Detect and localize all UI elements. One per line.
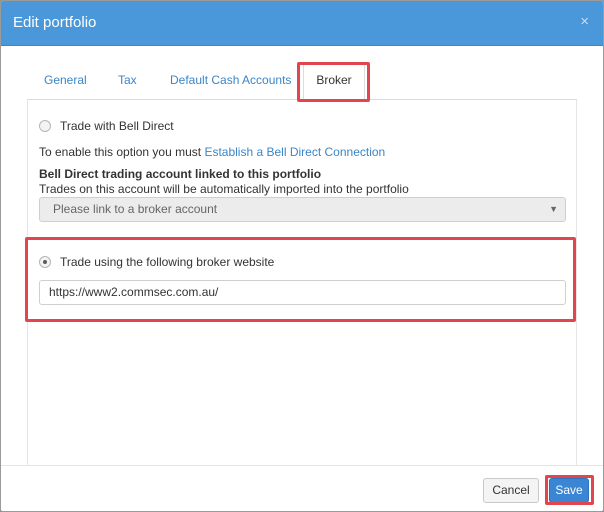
account-note: Trades on this account will be automatic… bbox=[39, 182, 409, 196]
broker-website-label: Trade using the following broker website bbox=[60, 255, 275, 269]
chevron-down-icon: ▼ bbox=[549, 204, 558, 214]
edit-portfolio-dialog: Edit portfolio × General Tax Default Cas… bbox=[0, 0, 604, 512]
bell-direct-radio[interactable] bbox=[39, 120, 51, 132]
account-heading: Bell Direct trading account linked to th… bbox=[39, 167, 322, 181]
save-button[interactable]: Save bbox=[549, 478, 589, 503]
broker-panel: Trade with Bell Direct To enable this op… bbox=[27, 100, 577, 465]
cancel-button[interactable]: Cancel bbox=[483, 478, 539, 503]
dialog-body: General Tax Default Cash Accounts Broker… bbox=[1, 47, 603, 465]
enable-prefix-text: To enable this option you must bbox=[39, 145, 202, 159]
broker-website-radio[interactable] bbox=[39, 256, 51, 268]
tab-default-cash-accounts[interactable]: Default Cash Accounts bbox=[157, 62, 304, 98]
trade-using-broker-website-option[interactable]: Trade using the following broker website bbox=[39, 255, 274, 269]
dialog-footer: Cancel Save bbox=[1, 465, 603, 511]
broker-website-input[interactable]: https://www2.commsec.com.au/ bbox=[39, 280, 566, 305]
tab-tax[interactable]: Tax bbox=[105, 62, 150, 98]
broker-account-select[interactable]: Please link to a broker account ▼ bbox=[39, 197, 566, 222]
establish-connection-link[interactable]: Establish a Bell Direct Connection bbox=[204, 145, 385, 159]
tab-bar: General Tax Default Cash Accounts Broker bbox=[27, 62, 577, 100]
dialog-header: Edit portfolio × bbox=[1, 1, 603, 46]
dialog-title: Edit portfolio bbox=[13, 14, 97, 31]
tab-general[interactable]: General bbox=[31, 62, 100, 98]
enable-instructions: To enable this option you must Establish… bbox=[39, 145, 385, 159]
trade-with-bell-direct-option[interactable]: Trade with Bell Direct bbox=[39, 119, 174, 133]
broker-account-select-value: Please link to a broker account bbox=[53, 202, 218, 216]
bell-direct-label: Trade with Bell Direct bbox=[60, 119, 174, 133]
close-icon[interactable]: × bbox=[580, 14, 589, 30]
tab-broker[interactable]: Broker bbox=[303, 62, 365, 100]
